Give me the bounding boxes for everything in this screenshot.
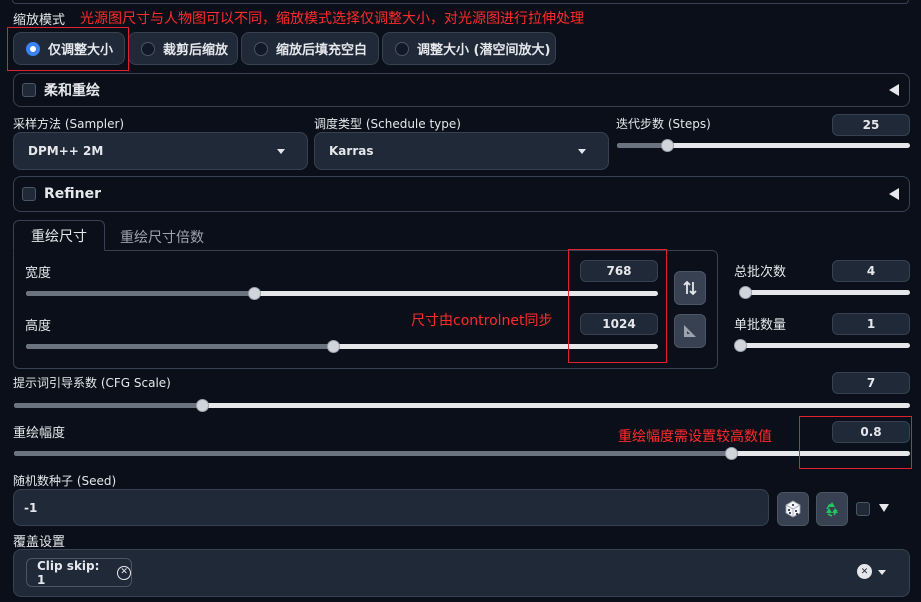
slider-thumb[interactable] <box>734 339 747 352</box>
highlight-box-size <box>568 249 667 363</box>
soft-inpaint-checkbox[interactable] <box>22 83 36 97</box>
recycle-icon <box>826 502 838 517</box>
override-settings-box[interactable] <box>13 549 910 597</box>
highlight-box-denoise <box>799 416 912 469</box>
width-slider[interactable] <box>26 287 658 300</box>
extra-seed-toggle-icon[interactable] <box>879 504 889 512</box>
radio-unchecked-icon <box>395 41 409 56</box>
collapse-triangle-icon[interactable] <box>889 188 899 200</box>
batch-count-slider[interactable] <box>739 286 910 299</box>
sampler-dropdown[interactable]: DPM++ 2M <box>13 132 308 170</box>
schedule-label: 调度类型 (Schedule type) <box>314 117 461 131</box>
override-chip[interactable]: Clip skip: 1 ✕ <box>26 558 132 587</box>
detect-size-button[interactable] <box>674 314 706 348</box>
swap-dimensions-button[interactable] <box>674 271 706 305</box>
sampler-label: 采样方法 (Sampler) <box>13 117 125 131</box>
batch-count-label: 总批次数 <box>734 265 787 280</box>
slider-thumb[interactable] <box>247 287 261 300</box>
radio-unchecked-icon <box>141 41 155 56</box>
width-label: 宽度 <box>25 266 52 281</box>
denoise-label: 重绘幅度 <box>13 426 66 441</box>
seed-input[interactable]: -1 <box>13 489 769 526</box>
resize-mode-label: 缩放模式 <box>13 13 66 28</box>
override-dropdown-icon[interactable] <box>878 570 886 575</box>
height-slider[interactable] <box>26 340 658 353</box>
slider-thumb[interactable] <box>196 399 210 412</box>
slider-thumb[interactable] <box>739 286 753 299</box>
steps-input[interactable]: 25 <box>832 114 910 136</box>
reuse-seed-button[interactable] <box>816 492 848 526</box>
schedule-dropdown[interactable]: Karras <box>314 132 609 170</box>
dice-icon <box>785 500 801 518</box>
soft-inpaint-accordion[interactable]: 柔和重绘 <box>13 73 910 107</box>
highlight-box-resize <box>7 27 129 71</box>
cfg-label: 提示词引导系数 (CFG Scale) <box>13 376 171 390</box>
extra-seed-checkbox[interactable] <box>856 502 870 516</box>
clear-all-icon[interactable]: ✕ <box>857 564 872 579</box>
refiner-accordion[interactable]: Refiner <box>13 176 910 212</box>
triangle-ruler-icon <box>684 325 696 337</box>
batch-size-slider[interactable] <box>734 339 910 352</box>
swap-arrows-icon <box>683 280 697 296</box>
height-label: 高度 <box>25 319 52 334</box>
slider-thumb[interactable] <box>660 139 674 152</box>
batch-size-input[interactable]: 1 <box>832 313 910 335</box>
denoise-slider[interactable] <box>14 447 910 460</box>
denoise-annotation: 重绘幅度需设置较高数值 <box>618 429 772 445</box>
random-seed-button[interactable] <box>777 492 809 526</box>
top-panel-edge <box>12 0 909 4</box>
seed-label: 随机数种子 (Seed) <box>13 474 117 488</box>
chevron-down-icon <box>277 148 285 154</box>
resize-option-fill[interactable]: 缩放后填充空白 <box>241 32 379 65</box>
size-annotation: 尺寸由controlnet同步 <box>411 313 553 329</box>
resize-option-crop[interactable]: 裁剪后缩放 <box>128 32 238 65</box>
slider-thumb[interactable] <box>326 340 340 353</box>
refiner-checkbox[interactable] <box>22 187 36 201</box>
chevron-down-icon <box>578 148 586 154</box>
cfg-input[interactable]: 7 <box>832 372 910 394</box>
cfg-slider[interactable] <box>14 399 910 412</box>
batch-count-input[interactable]: 4 <box>832 260 910 282</box>
tab-resize-to[interactable]: 重绘尺寸 <box>13 220 105 251</box>
batch-size-label: 单批数量 <box>734 318 787 333</box>
resize-annotation: 光源图尺寸与人物图可以不同，缩放模式选择仅调整大小，对光源图进行拉伸处理 <box>80 11 584 27</box>
steps-slider[interactable] <box>617 139 910 152</box>
collapse-triangle-icon[interactable] <box>889 84 899 96</box>
override-label: 覆盖设置 <box>13 535 66 550</box>
steps-label: 迭代步数 (Steps) <box>616 117 711 131</box>
tab-resize-by[interactable]: 重绘尺寸倍数 <box>120 227 204 247</box>
resize-option-latent[interactable]: 调整大小 (潜空间放大) <box>382 32 556 65</box>
chip-remove-icon[interactable]: ✕ <box>117 565 131 580</box>
radio-unchecked-icon <box>254 41 268 56</box>
slider-thumb[interactable] <box>724 447 738 460</box>
